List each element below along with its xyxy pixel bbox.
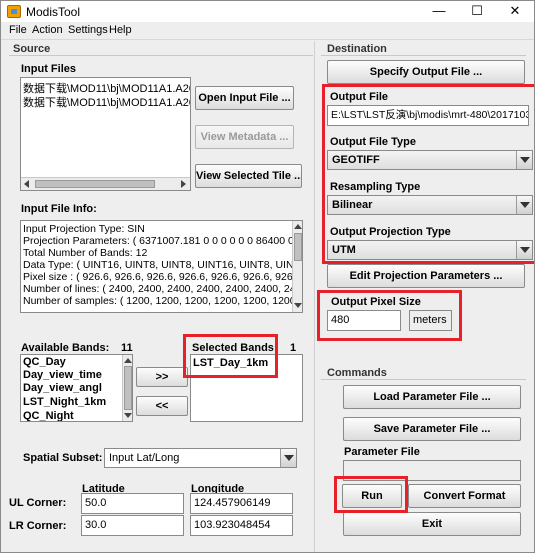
lr-latitude-field[interactable]: 30.0 — [81, 515, 184, 536]
band-item[interactable]: QC_Day — [23, 356, 66, 368]
selected-bands-list[interactable]: LST_Day_1km — [190, 354, 303, 422]
input-files-list[interactable]: 数据下载\MOD11\bj\MOD11A1.A2017303.h 数据下载\MO… — [20, 77, 191, 191]
chevron-down-icon[interactable] — [516, 151, 532, 169]
scroll-down-icon[interactable] — [294, 303, 302, 308]
save-parameter-file-button[interactable]: Save Parameter File ... — [343, 417, 521, 441]
output-file-type-dropdown[interactable]: GEOTIFF — [327, 150, 533, 170]
ul-latitude-field[interactable]: 50.0 — [81, 493, 184, 514]
scroll-down-icon[interactable] — [124, 413, 132, 418]
edit-projection-parameters-button[interactable]: Edit Projection Parameters ... — [327, 264, 525, 288]
bands-vscrollbar[interactable] — [122, 355, 132, 421]
close-icon[interactable]: ✕ — [496, 1, 534, 22]
specify-output-file-button[interactable]: Specify Output File ... — [327, 60, 525, 84]
background-strip — [535, 0, 543, 557]
band-item[interactable]: Day_view_time — [23, 369, 102, 381]
parameter-file-field[interactable] — [343, 460, 521, 481]
minimize-icon[interactable]: — — [420, 1, 458, 22]
output-file-label: Output File — [330, 91, 389, 103]
input-file-info-area[interactable]: Input Projection Type: SIN Projection Pa… — [20, 220, 303, 313]
scroll-up-icon[interactable] — [294, 224, 302, 229]
info-line: Number of samples: ( 1200, 1200, 1200, 1… — [23, 295, 303, 307]
selected-bands-label: Selected Bands: — [192, 342, 278, 354]
info-line: Number of lines: ( 2400, 2400, 2400, 240… — [23, 283, 302, 295]
spatial-subset-label: Spatial Subset: — [23, 452, 103, 464]
info-line: Projection Parameters: ( 6371007.181 0 0… — [23, 235, 302, 247]
run-button[interactable]: Run — [342, 484, 402, 508]
menu-bar: File Action Settings Help — [1, 22, 534, 40]
resampling-type-label: Resampling Type — [330, 181, 421, 193]
menu-file[interactable]: File — [9, 24, 27, 36]
lr-corner-label: LR Corner: — [9, 520, 67, 532]
chevron-down-icon[interactable] — [280, 449, 296, 467]
available-bands-list[interactable]: QC_Day Day_view_time Day_view_angl LST_N… — [20, 354, 133, 422]
spatial-subset-value: Input Lat/Long — [109, 452, 180, 464]
source-section-label: Source — [13, 43, 51, 55]
info-line: Total Number of Bands: 12 — [23, 247, 148, 259]
info-line: Data Type: ( UINT16, UINT8, UINT8, UINT1… — [23, 259, 302, 271]
info-vscrollbar[interactable] — [292, 221, 302, 312]
parameter-file-label: Parameter File — [344, 446, 420, 458]
band-item[interactable]: QC_Night — [23, 410, 74, 421]
input-files-hscrollbar[interactable] — [21, 177, 190, 190]
source-divider — [9, 55, 313, 56]
add-band-button[interactable]: >> — [136, 367, 188, 387]
output-pixel-size-field[interactable]: 480 — [327, 310, 401, 331]
output-projection-value: UTM — [332, 244, 356, 256]
input-files-label: Input Files — [21, 63, 76, 75]
scroll-left-icon[interactable] — [24, 180, 29, 188]
selected-bands-count: 1 — [290, 342, 297, 354]
modis-tool-window: ModisTool — ☐ ✕ File Action Settings Hel… — [0, 0, 535, 553]
input-file-info-label: Input File Info: — [21, 203, 97, 215]
scroll-up-icon[interactable] — [124, 358, 132, 363]
menu-action[interactable]: Action — [32, 24, 63, 36]
app-icon — [7, 5, 21, 18]
ul-corner-label: UL Corner: — [9, 497, 67, 509]
available-bands-count: 11 — [121, 342, 133, 354]
resampling-type-dropdown[interactable]: Bilinear — [327, 195, 533, 215]
output-projection-dropdown[interactable]: UTM — [327, 240, 533, 260]
band-item[interactable]: Day_view_angl — [23, 382, 102, 394]
scroll-thumb[interactable] — [124, 366, 132, 410]
input-file-item[interactable]: 数据下载\MOD11\bj\MOD11A1.A2017303.h — [23, 94, 190, 110]
menu-help[interactable]: Help — [109, 24, 132, 36]
view-metadata-button[interactable]: View Metadata ... — [195, 125, 294, 149]
maximize-icon[interactable]: ☐ — [458, 1, 496, 22]
remove-band-button[interactable]: << — [136, 396, 188, 416]
load-parameter-file-button[interactable]: Load Parameter File ... — [343, 385, 521, 409]
lr-longitude-field[interactable]: 103.923048454 — [190, 515, 293, 536]
output-file-field[interactable]: E:\LST\LST反演\bj\modis\mrt-480\20171030-4… — [327, 105, 529, 126]
commands-divider — [321, 379, 526, 380]
ul-longitude-field[interactable]: 124.457906149 — [190, 493, 293, 514]
band-item[interactable]: LST_Day_1km — [193, 357, 268, 369]
commands-section-label: Commands — [327, 367, 387, 379]
exit-button[interactable]: Exit — [343, 512, 521, 536]
info-line: Input Projection Type: SIN — [23, 223, 145, 235]
title-bar: ModisTool — ☐ ✕ — [1, 1, 534, 22]
column-divider — [314, 41, 315, 552]
view-selected-tile-button[interactable]: View Selected Tile ... — [195, 164, 302, 188]
output-file-type-label: Output File Type — [330, 136, 416, 148]
scroll-thumb[interactable] — [294, 233, 302, 261]
open-input-file-button[interactable]: Open Input File ... — [195, 86, 294, 110]
convert-format-button[interactable]: Convert Format — [408, 484, 521, 508]
scroll-thumb[interactable] — [35, 180, 155, 188]
available-bands-label: Available Bands: — [21, 342, 110, 354]
output-projection-label: Output Projection Type — [330, 226, 451, 238]
band-item[interactable]: LST_Night_1km — [23, 396, 106, 408]
chevron-down-icon[interactable] — [516, 196, 532, 214]
spatial-subset-dropdown[interactable]: Input Lat/Long — [104, 448, 297, 468]
scroll-right-icon[interactable] — [181, 180, 186, 188]
destination-divider — [321, 55, 526, 56]
info-line: Pixel size : ( 926.6, 926.6, 926.6, 926.… — [23, 271, 303, 283]
background-bottom — [0, 553, 543, 557]
destination-section-label: Destination — [327, 43, 387, 55]
resampling-type-value: Bilinear — [332, 199, 373, 211]
output-pixel-size-label: Output Pixel Size — [331, 296, 421, 308]
chevron-down-icon[interactable] — [516, 241, 532, 259]
window-title: ModisTool — [26, 5, 81, 19]
output-file-type-value: GEOTIFF — [332, 154, 380, 166]
pixel-size-unit: meters — [409, 310, 452, 331]
menu-settings[interactable]: Settings — [68, 24, 108, 36]
